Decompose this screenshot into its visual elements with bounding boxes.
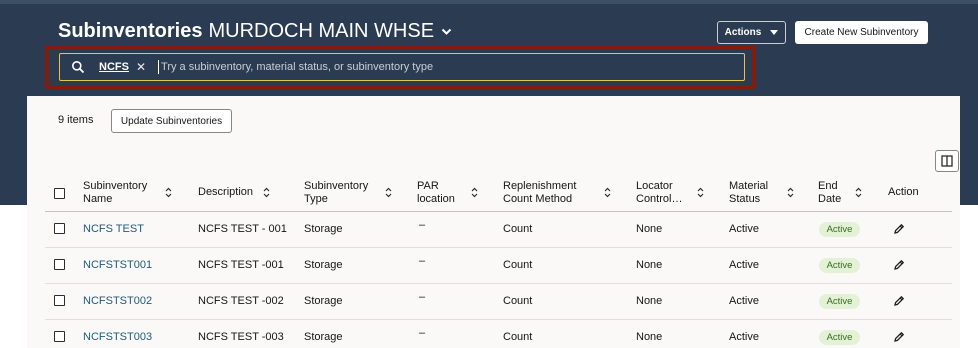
count-method-cell: Count: [503, 331, 533, 343]
pencil-icon[interactable]: [893, 295, 905, 307]
column-layout-button[interactable]: [935, 150, 959, 172]
column-header-line1: End: [818, 180, 838, 192]
pencil-icon[interactable]: [893, 223, 905, 235]
sort-icon[interactable]: [385, 187, 392, 198]
locator-control-cell: None: [636, 295, 663, 307]
column-header-subinventory-type[interactable]: Subinventory Type: [304, 180, 368, 206]
status-badge: Active: [819, 330, 860, 345]
actions-label: Actions: [724, 27, 762, 38]
par-location-cell: –: [419, 219, 426, 231]
subinventory-name-link[interactable]: NCFSTST002: [83, 295, 152, 307]
description-cell: NCFS TEST -001: [198, 259, 284, 271]
header-divider: [45, 211, 952, 212]
type-cell: Storage: [304, 295, 343, 307]
column-header-line2: location: [417, 193, 455, 205]
column-header-line1: PAR: [417, 180, 439, 192]
column-header-line1: Material: [729, 180, 769, 192]
column-header-locator-control[interactable]: Locator Control…: [636, 180, 682, 206]
description-cell: NCFS TEST -002: [198, 295, 284, 307]
caret-down-icon: [770, 30, 779, 35]
column-header-line2: Count Method: [503, 193, 573, 205]
locator-control-cell: None: [636, 259, 663, 271]
column-header-line2: Date: [818, 193, 842, 205]
close-icon[interactable]: ✕: [136, 61, 146, 73]
sort-icon[interactable]: [471, 187, 478, 198]
row-checkbox[interactable]: [54, 259, 65, 270]
pencil-icon[interactable]: [893, 259, 905, 271]
row-checkbox[interactable]: [54, 331, 65, 342]
material-status-cell: Active: [729, 259, 759, 271]
organization-name: MURDOCH MAIN WHSE: [208, 20, 435, 42]
subinventory-name-link[interactable]: NCFSTST001: [83, 259, 152, 271]
filter-chip[interactable]: NCFS ✕: [99, 61, 146, 73]
actions-menu-button[interactable]: Actions: [717, 21, 786, 44]
column-header-line2: Type: [304, 193, 328, 205]
sort-icon[interactable]: [697, 187, 704, 198]
sort-icon[interactable]: [604, 187, 611, 198]
column-header-subinventory-name[interactable]: Subinventory Name: [83, 180, 147, 206]
row-divider: [45, 247, 952, 248]
items-count: 9 items: [58, 114, 94, 126]
sort-icon[interactable]: [855, 187, 862, 198]
column-header-replenishment-count-method[interactable]: Replenishment Count Method: [503, 180, 576, 206]
column-header-line2: Control…: [636, 193, 683, 205]
par-location-cell: –: [419, 255, 426, 267]
status-badge: Active: [819, 294, 860, 309]
sort-icon[interactable]: [787, 187, 794, 198]
material-status-cell: Active: [729, 331, 759, 343]
count-method-cell: Count: [503, 223, 533, 235]
page-title[interactable]: Subinventories MURDOCH MAIN WHSE: [58, 20, 452, 43]
page-title-label: Subinventories: [58, 20, 203, 42]
subinventory-name-link[interactable]: NCFS TEST: [83, 223, 144, 235]
column-header-description[interactable]: Description: [198, 186, 253, 199]
type-cell: Storage: [304, 259, 343, 271]
column-header-line1: Description: [198, 186, 254, 198]
count-method-cell: Count: [503, 259, 533, 271]
pencil-icon[interactable]: [893, 331, 905, 343]
row-checkbox[interactable]: [54, 223, 65, 234]
count-method-cell: Count: [503, 295, 533, 307]
locator-control-cell: None: [636, 223, 663, 235]
columns-icon: [941, 155, 953, 167]
column-header-par-location[interactable]: PAR location: [417, 180, 455, 206]
row-checkbox[interactable]: [54, 295, 65, 306]
row-divider: [45, 283, 952, 284]
column-header-line2: Name: [83, 193, 113, 205]
text-cursor: [158, 60, 160, 74]
column-header-line1: Action: [888, 186, 919, 198]
par-location-cell: –: [419, 327, 426, 339]
column-header-material-status[interactable]: Material Status: [729, 180, 768, 206]
status-badge: Active: [819, 258, 860, 273]
filter-chip-label: NCFS: [99, 61, 129, 73]
column-header-line2: Status: [729, 193, 761, 205]
search-icon: [71, 60, 85, 74]
type-cell: Storage: [304, 331, 343, 343]
material-status-cell: Active: [729, 223, 759, 235]
sort-icon[interactable]: [165, 187, 172, 198]
sort-icon[interactable]: [263, 187, 270, 198]
search-bar[interactable]: NCFS ✕: [59, 53, 745, 81]
par-location-cell: –: [419, 291, 426, 303]
status-badge: Active: [819, 222, 860, 237]
column-header-line1: Replenishment: [503, 180, 577, 192]
column-header-line1: Locator: [636, 180, 673, 192]
results-panel: 9 items Update Subinventories: [27, 96, 960, 348]
create-subinventory-button[interactable]: Create New Subinventory: [795, 21, 928, 44]
row-divider: [45, 319, 952, 320]
chevron-down-icon[interactable]: [441, 28, 452, 36]
update-subinventories-button[interactable]: Update Subinventories: [111, 109, 232, 133]
locator-control-cell: None: [636, 331, 663, 343]
subinventory-name-link[interactable]: NCFSTST003: [83, 331, 152, 343]
column-header-end-date[interactable]: End Date: [818, 180, 841, 206]
description-cell: NCFS TEST -003: [198, 331, 284, 343]
description-cell: NCFS TEST - 001: [198, 223, 287, 235]
type-cell: Storage: [304, 223, 343, 235]
select-all-checkbox[interactable]: [54, 188, 65, 199]
column-header-action: Action: [888, 186, 919, 199]
column-header-line1: Subinventory: [304, 180, 369, 192]
column-header-line1: Subinventory: [83, 180, 148, 192]
material-status-cell: Active: [729, 295, 759, 307]
search-input[interactable]: [161, 61, 642, 73]
